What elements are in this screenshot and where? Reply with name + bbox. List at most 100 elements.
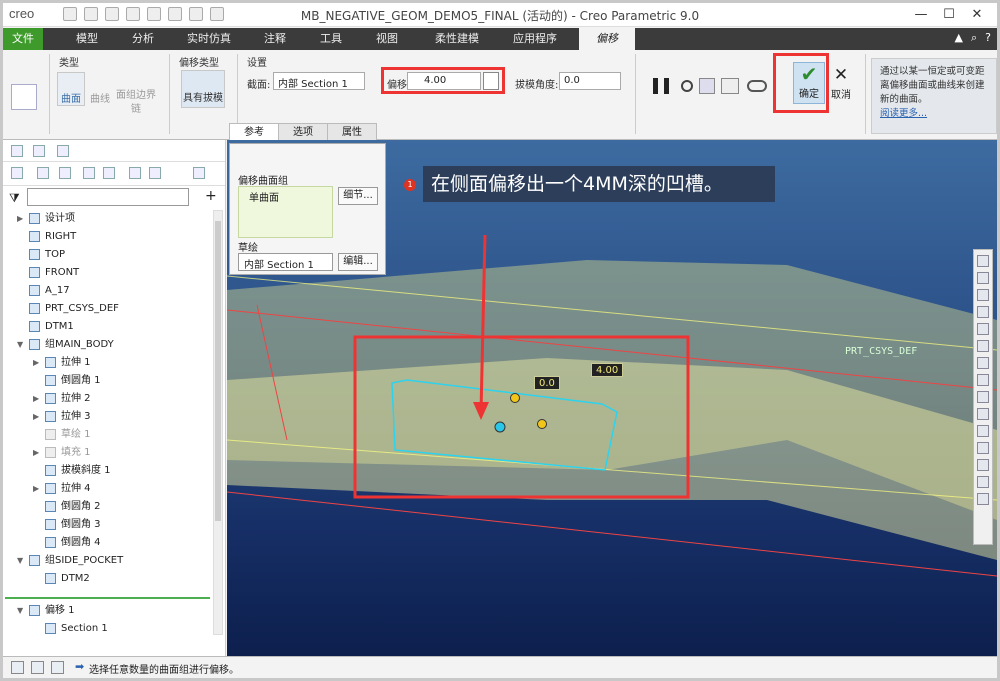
saved-views-icon[interactable] [977, 340, 989, 352]
expand-toggle-icon[interactable]: ▶ [17, 210, 23, 228]
tree-item[interactable]: 倒圆角 2 [3, 498, 213, 516]
annotation-icon[interactable] [977, 425, 989, 437]
zoom-fit-icon[interactable] [977, 255, 989, 267]
tab-references[interactable]: 参考 [229, 123, 279, 140]
navigator-toggle-icon[interactable] [11, 661, 24, 674]
flip-direction-icon[interactable] [483, 72, 499, 90]
offset-value-field[interactable]: 4.00 [407, 72, 481, 90]
tab-options[interactable]: 选项 [278, 123, 328, 140]
tree-search-input[interactable] [27, 188, 189, 206]
model-tree-icon[interactable] [11, 145, 23, 157]
filter-settings-icon[interactable] [83, 167, 95, 179]
tab-flexible[interactable]: 柔性建模 [427, 28, 487, 50]
zoom-in-icon[interactable] [977, 272, 989, 284]
tree-icon[interactable] [11, 167, 23, 179]
fullscreen-icon[interactable] [51, 661, 64, 674]
orient-icon[interactable] [977, 323, 989, 335]
insert-marker[interactable] [5, 597, 210, 599]
tree-item[interactable]: DTM1 [3, 318, 213, 336]
tab-view[interactable]: 视图 [365, 28, 409, 50]
tab-analysis[interactable]: 分析 [121, 28, 165, 50]
settings-icon[interactable] [103, 167, 115, 179]
tree-item[interactable]: A_17 [3, 282, 213, 300]
favorites-icon[interactable] [57, 145, 69, 157]
cancel-button[interactable]: ✕ 取消 [829, 64, 853, 106]
close-icon[interactable]: ✕ [963, 3, 991, 25]
ok-button[interactable]: ✔ 确定 [793, 62, 825, 104]
zoom-out-icon[interactable] [977, 289, 989, 301]
collapse-icon[interactable]: ▲ [955, 31, 963, 45]
tree-item[interactable]: 拔模斜度 1 [3, 462, 213, 480]
draft-dimension[interactable]: 0.0 [534, 376, 560, 390]
search-icon[interactable]: ⌕ [971, 31, 977, 45]
tree-item[interactable]: PRT_CSYS_DEF [3, 300, 213, 318]
no-preview-icon[interactable] [681, 80, 693, 92]
datum-display-icon[interactable] [977, 408, 989, 420]
perspective-icon[interactable] [977, 391, 989, 403]
offset-type-draft-button[interactable]: 具有拔模 [181, 70, 225, 108]
more-icon[interactable] [977, 493, 989, 505]
verify-icon[interactable] [721, 78, 739, 94]
help-icon[interactable]: ? [985, 31, 991, 45]
read-more-link[interactable]: 阅读更多... [880, 108, 927, 119]
tree-item[interactable]: TOP [3, 246, 213, 264]
edit-button[interactable]: 编辑... [338, 253, 378, 271]
tree-item[interactable]: 倒圆角 4 [3, 534, 213, 552]
tab-annotate[interactable]: 注释 [253, 28, 297, 50]
tree-item[interactable]: 倒圆角 1 [3, 372, 213, 390]
tree-item[interactable]: ▼ 组SIDE_POCKET [3, 552, 213, 570]
tab-simulation[interactable]: 实时仿真 [181, 28, 237, 50]
tab-file[interactable]: 文件 [3, 28, 43, 50]
section-icon[interactable] [977, 374, 989, 386]
section-field[interactable]: 内部 Section 1 [273, 72, 365, 90]
dimension-icon[interactable] [977, 459, 989, 471]
tree-item[interactable]: ▶ 填充 1 [3, 444, 213, 462]
tree-item[interactable]: FRONT [3, 264, 213, 282]
expand-toggle-icon[interactable]: ▼ [17, 602, 23, 620]
pause-view-icon[interactable] [977, 476, 989, 488]
columns-icon[interactable] [59, 167, 71, 179]
drag-handle[interactable] [537, 419, 547, 429]
expand-icon[interactable] [193, 167, 205, 179]
expand-toggle-icon[interactable]: ▼ [17, 336, 23, 354]
tab-model[interactable]: 模型 [65, 28, 109, 50]
pause-icon[interactable] [653, 78, 669, 94]
tree-item[interactable]: ▶ 拉伸 2 [3, 390, 213, 408]
add-filter-icon[interactable]: + [205, 188, 217, 204]
glasses-icon[interactable] [747, 80, 767, 92]
tree-item[interactable]: ▶ 设计项 [3, 210, 213, 228]
type-boundary-button[interactable]: 面组边界链 [115, 72, 157, 116]
tree-scrollbar[interactable] [213, 210, 223, 635]
drag-handle[interactable] [510, 393, 520, 403]
expand-toggle-icon[interactable]: ▶ [33, 408, 39, 426]
tab-apps[interactable]: 应用程序 [505, 28, 565, 50]
expand-toggle-icon[interactable]: ▶ [33, 390, 39, 408]
drag-handle[interactable] [494, 421, 506, 433]
expand-toggle-icon[interactable]: ▶ [33, 480, 39, 498]
expand-toggle-icon[interactable]: ▼ [17, 552, 23, 570]
tree-item[interactable]: ▶ 拉伸 1 [3, 354, 213, 372]
type-surface-button[interactable]: 曲面 [57, 72, 85, 106]
list-icon[interactable] [37, 167, 49, 179]
tree-item[interactable]: ▶ 拉伸 3 [3, 408, 213, 426]
tab-offset[interactable]: 偏移 [579, 28, 635, 50]
details-button[interactable]: 细节... [338, 187, 378, 205]
tree-item[interactable]: Section 1 [3, 620, 213, 638]
tree-item[interactable]: 草绘 1 [3, 426, 213, 444]
tree-item[interactable]: ▶ 拉伸 4 [3, 480, 213, 498]
surface-group-collector[interactable]: 单曲面 [238, 186, 333, 238]
expand-toggle-icon[interactable]: ▶ [33, 354, 39, 372]
tab-properties[interactable]: 属性 [327, 123, 377, 140]
browser-toggle-icon[interactable] [31, 661, 44, 674]
tree-item[interactable]: DTM2 [3, 570, 213, 588]
layers-icon[interactable] [149, 167, 161, 179]
draft-angle-field[interactable]: 0.0 [559, 72, 621, 90]
display-style-icon[interactable] [977, 357, 989, 369]
tree-item[interactable]: ▼ 组MAIN_BODY [3, 336, 213, 354]
expand-toggle-icon[interactable]: ▶ [33, 444, 39, 462]
spin-center-icon[interactable] [977, 442, 989, 454]
show-icon[interactable] [129, 167, 141, 179]
type-curve-button[interactable]: 曲线 [89, 72, 111, 106]
repaint-icon[interactable] [977, 306, 989, 318]
sketch-field[interactable]: 内部 Section 1 [238, 253, 333, 271]
